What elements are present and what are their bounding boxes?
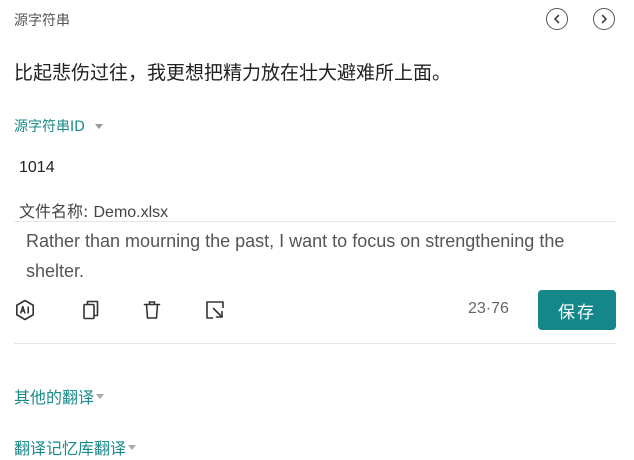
string-id-dropdown[interactable]: 源字符串ID (14, 116, 103, 136)
string-id-value: 1014 (19, 159, 55, 176)
file-name: 文件名称: Demo.xlsx (19, 198, 168, 222)
trash-icon (143, 301, 161, 319)
source-string-label: 源字符串 (14, 13, 70, 29)
caret-down-icon (96, 393, 105, 399)
other-translations-toggle[interactable]: 其他的翻译 (14, 384, 105, 408)
next-string-button[interactable] (593, 8, 615, 30)
tm-translations-toggle[interactable]: 翻译记忆库翻译 (14, 435, 137, 459)
tm-translations-label: 翻译记忆库翻译 (14, 439, 127, 458)
file-name-value: Demo.xlsx (93, 204, 169, 221)
prev-string-button[interactable] (546, 8, 568, 30)
character-counter: 23·76 (468, 300, 509, 317)
translation-input[interactable]: Rather than mourning the past, I want to… (14, 222, 616, 284)
chevron-right-circle-icon (601, 14, 607, 24)
copy-source-button[interactable] (79, 298, 103, 322)
string-id-label: 源字符串ID (14, 119, 85, 135)
save-button[interactable]: 保存 (538, 290, 616, 330)
ai-icon (16, 299, 34, 321)
caret-down-icon (94, 123, 103, 129)
caret-down-icon (128, 444, 137, 450)
other-translations-label: 其他的翻译 (14, 388, 95, 407)
external-link-icon (206, 301, 224, 319)
ai-translate-button[interactable] (13, 298, 37, 322)
chevron-left-circle-icon (554, 14, 560, 24)
divider (14, 343, 616, 344)
open-detail-button[interactable] (203, 298, 227, 322)
delete-translation-button[interactable] (140, 298, 164, 322)
file-name-label: 文件名称: (19, 202, 89, 221)
copy-icon (83, 300, 99, 320)
source-text: 比起悲伤过往，我更想把精力放在壮大避难所上面。 (14, 62, 452, 84)
